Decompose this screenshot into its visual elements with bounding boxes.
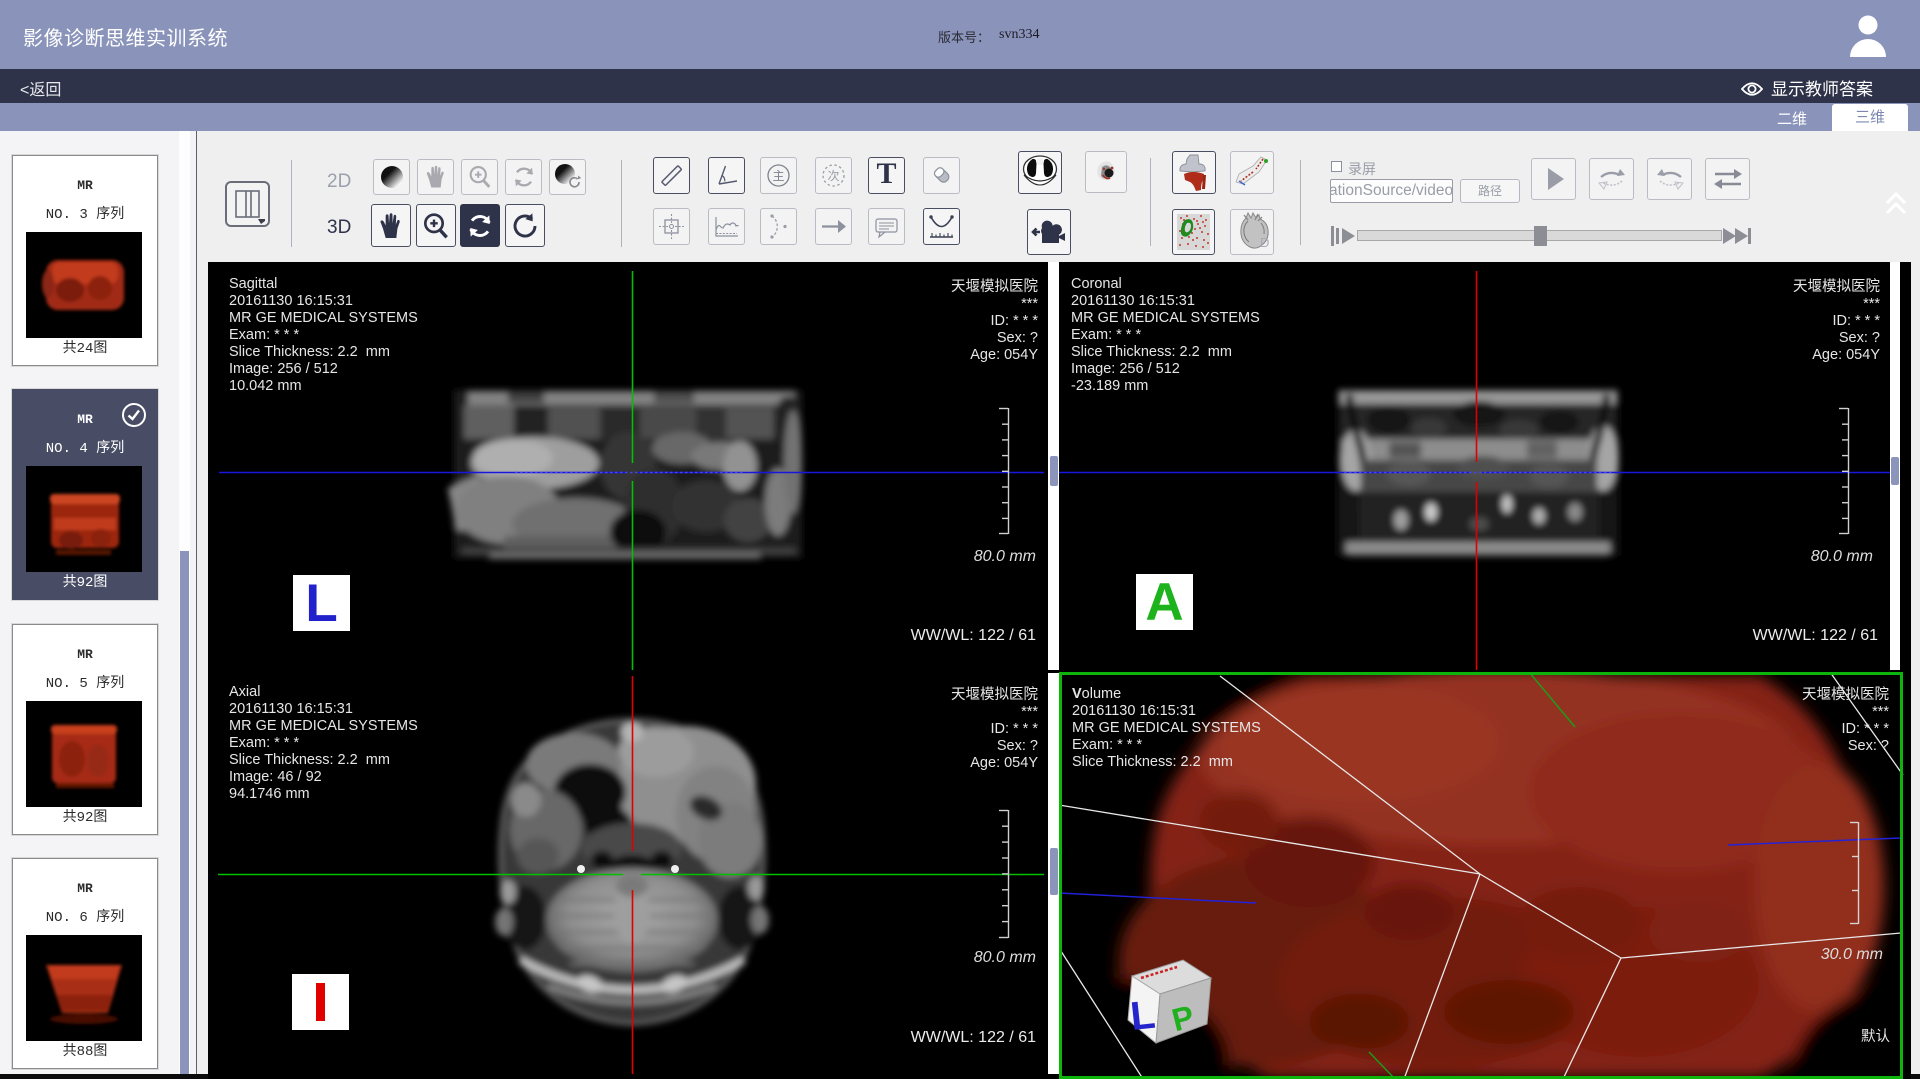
svg-text:主: 主 <box>772 169 784 183</box>
svg-text:L: L <box>1128 993 1157 1039</box>
svg-text:次: 次 <box>827 169 839 183</box>
svg-text:D: D <box>1260 235 1269 250</box>
